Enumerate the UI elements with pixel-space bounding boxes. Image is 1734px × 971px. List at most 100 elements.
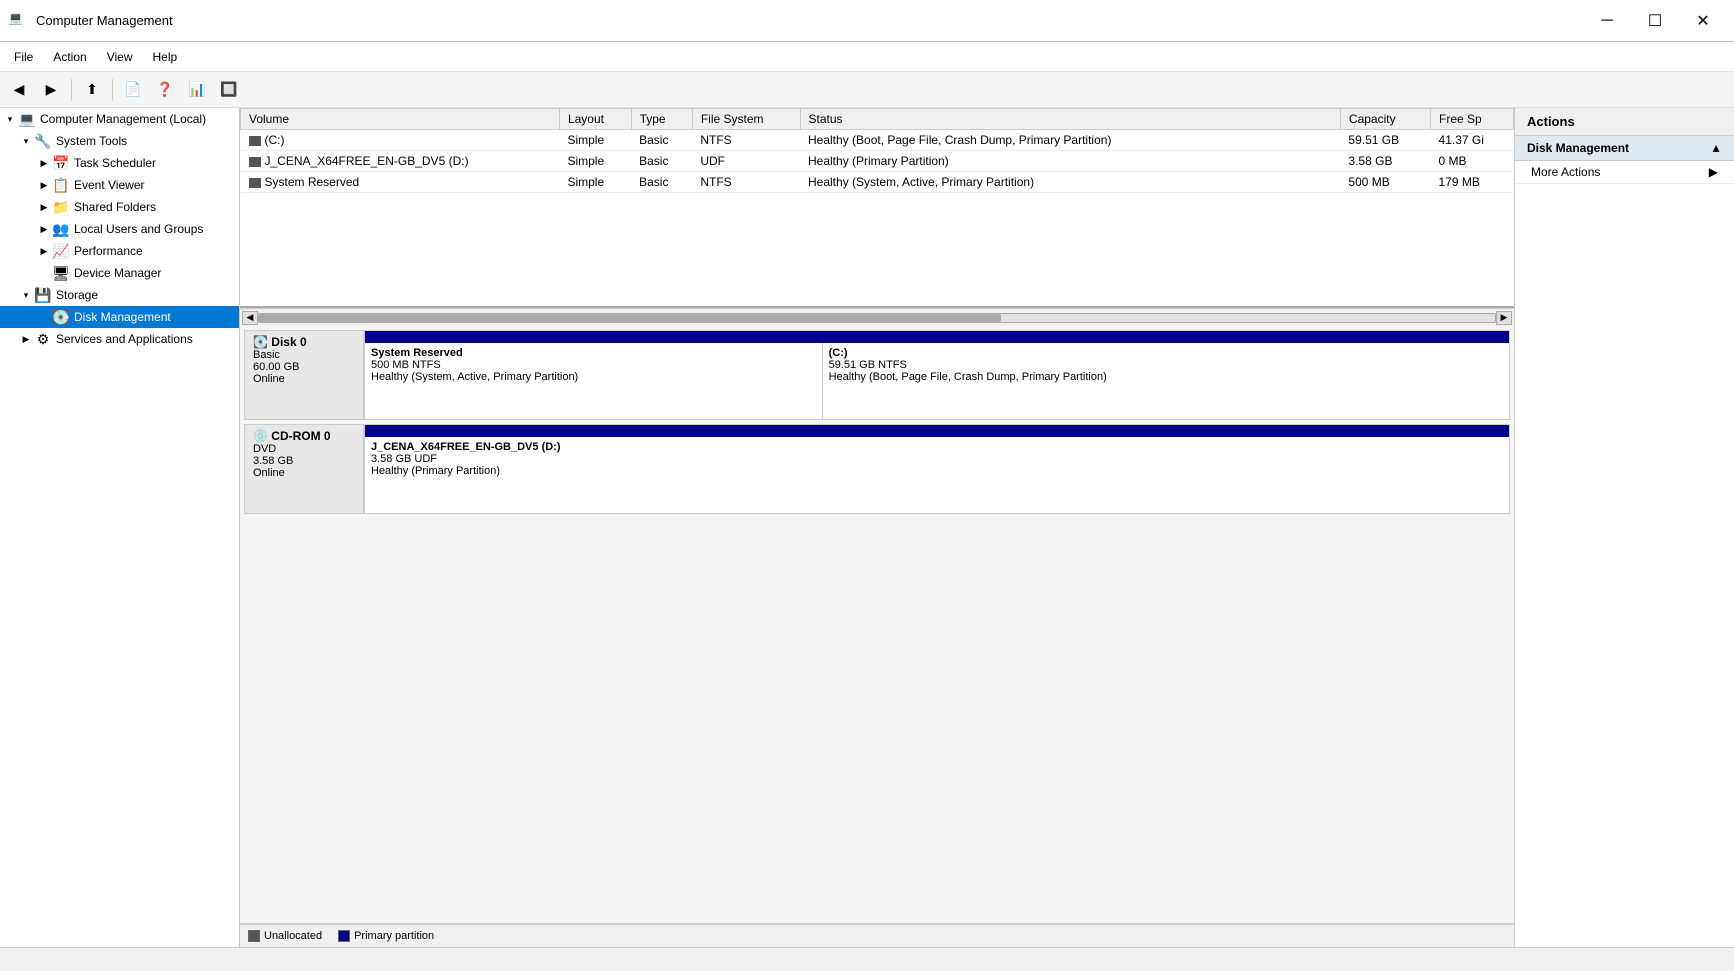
menu-action[interactable]: Action — [43, 46, 96, 68]
actions-section-collapse-icon[interactable]: ▲ — [1710, 141, 1722, 155]
restore-button[interactable]: ☐ — [1632, 5, 1678, 37]
local-users-label: Local Users and Groups — [74, 222, 203, 236]
hscroll-left-btn[interactable]: ◀ — [242, 311, 258, 325]
sidebar-item-shared-folders[interactable]: ▶ 📁 Shared Folders — [0, 196, 239, 218]
actions-item-more-actions[interactable]: More Actions ▶ — [1515, 161, 1734, 184]
content-area: Volume Layout Type File System Status Ca… — [240, 108, 1514, 947]
table-row[interactable]: System Reserved Simple Basic NTFS Health… — [241, 172, 1514, 193]
volume-table-area: Volume Layout Type File System Status Ca… — [240, 108, 1514, 308]
partition-detail1: 59.51 GB NTFS — [829, 359, 1503, 371]
table-row[interactable]: J_CENA_X64FREE_EN-GB_DV5 (D:) Simple Bas… — [241, 151, 1514, 172]
sidebar-item-disk-management[interactable]: ▶ 💽 Disk Management — [0, 306, 239, 328]
storage-icon: 💾 — [34, 286, 52, 304]
col-layout: Layout — [559, 109, 631, 130]
partition-detail2: Healthy (System, Active, Primary Partiti… — [371, 371, 816, 383]
col-status: Status — [800, 109, 1340, 130]
window-title: Computer Management — [36, 13, 1584, 28]
partition-block[interactable]: (C:) 59.51 GB NTFS Healthy (Boot, Page F… — [823, 343, 1509, 419]
legend-primary: Primary partition — [338, 930, 434, 942]
volume-table: Volume Layout Type File System Status Ca… — [240, 108, 1514, 193]
menu-help[interactable]: Help — [143, 46, 188, 68]
disk-status-label: Online — [253, 467, 355, 479]
export-button[interactable]: 📊 — [182, 76, 212, 104]
back-button[interactable]: ◀ — [4, 76, 34, 104]
show-hide-button[interactable]: 📄 — [118, 76, 148, 104]
event-viewer-label: Event Viewer — [74, 178, 144, 192]
window-controls: ─ ☐ ✕ — [1584, 5, 1726, 37]
actions-section-disk-management: Disk Management ▲ — [1515, 136, 1734, 161]
root-expand-icon[interactable]: ▾ — [2, 111, 18, 127]
disk-mgmt-label: Disk Management — [74, 310, 171, 324]
cell-freespace: 41.37 Gi — [1431, 130, 1514, 151]
cell-layout: Simple — [559, 151, 631, 172]
cell-volume: J_CENA_X64FREE_EN-GB_DV5 (D:) — [241, 151, 560, 172]
computer-icon: 💻 — [18, 110, 36, 128]
cell-status: Healthy (Boot, Page File, Crash Dump, Pr… — [800, 130, 1340, 151]
sidebar-item-performance[interactable]: ▶ 📈 Performance — [0, 240, 239, 262]
task-scheduler-icon: 📅 — [52, 154, 70, 172]
partition-detail1: 500 MB NTFS — [371, 359, 816, 371]
forward-button[interactable]: ▶ — [36, 76, 66, 104]
partition-detail1: 3.58 GB UDF — [371, 453, 1274, 465]
status-bar — [0, 947, 1734, 971]
cell-type: Basic — [631, 130, 692, 151]
col-capacity: Capacity — [1340, 109, 1430, 130]
hscroll-track[interactable] — [258, 313, 1496, 323]
device-manager-label: Device Manager — [74, 266, 161, 280]
performance-expand-icon[interactable]: ▶ — [36, 243, 52, 259]
sidebar-root[interactable]: ▾ 💻 Computer Management (Local) — [0, 108, 239, 130]
cell-filesystem: NTFS — [692, 130, 800, 151]
shared-folders-expand-icon[interactable]: ▶ — [36, 199, 52, 215]
partition-detail2: Healthy (Boot, Page File, Crash Dump, Pr… — [829, 371, 1503, 383]
more-actions-arrow-icon: ▶ — [1709, 165, 1718, 179]
toolbar-separator-2 — [112, 79, 113, 101]
event-viewer-expand-icon[interactable]: ▶ — [36, 177, 52, 193]
disk-type-label: DVD — [253, 443, 355, 455]
task-scheduler-label: Task Scheduler — [74, 156, 156, 170]
task-scheduler-expand-icon[interactable]: ▶ — [36, 155, 52, 171]
partition-block[interactable]: J_CENA_X64FREE_EN-GB_DV5 (D:) 3.58 GB UD… — [365, 437, 1280, 513]
disk-mgmt-icon: 💽 — [52, 308, 70, 326]
hscroll-right-btn[interactable]: ▶ — [1496, 311, 1512, 325]
cell-status: Healthy (System, Active, Primary Partiti… — [800, 172, 1340, 193]
sidebar-item-services-apps[interactable]: ▶ ⚙ Services and Applications — [0, 328, 239, 350]
disk-name-label: 💽 Disk 0 — [253, 335, 355, 349]
system-tools-expand-icon[interactable]: ▾ — [18, 133, 34, 149]
hscroll-thumb[interactable] — [259, 314, 1001, 322]
services-apps-expand-icon[interactable]: ▶ — [18, 331, 34, 347]
storage-expand-icon[interactable]: ▾ — [18, 287, 34, 303]
col-filesystem: File System — [692, 109, 800, 130]
local-users-expand-icon[interactable]: ▶ — [36, 221, 52, 237]
cell-filesystem: UDF — [692, 151, 800, 172]
disk-type-label: Basic — [253, 349, 355, 361]
toolbar-separator-1 — [71, 79, 72, 101]
app-icon: 💻 — [8, 11, 28, 31]
menu-view[interactable]: View — [97, 46, 143, 68]
services-apps-icon: ⚙ — [34, 330, 52, 348]
help-button[interactable]: ❓ — [150, 76, 180, 104]
actions-panel: Actions Disk Management ▲ More Actions ▶ — [1514, 108, 1734, 947]
legend-unallocated-label: Unallocated — [264, 930, 322, 942]
disk-partitions: J_CENA_X64FREE_EN-GB_DV5 (D:) 3.58 GB UD… — [364, 424, 1510, 514]
menu-bar: File Action View Help — [0, 42, 1734, 72]
cell-volume: (C:) — [241, 130, 560, 151]
sidebar-item-system-tools[interactable]: ▾ 🔧 System Tools — [0, 130, 239, 152]
sidebar-item-local-users[interactable]: ▶ 👥 Local Users and Groups — [0, 218, 239, 240]
minimize-button[interactable]: ─ — [1584, 5, 1630, 37]
sidebar-item-storage[interactable]: ▾ 💾 Storage — [0, 284, 239, 306]
local-users-icon: 👥 — [52, 220, 70, 238]
sidebar: ▾ 💻 Computer Management (Local) ▾ 🔧 Syst… — [0, 108, 240, 947]
sidebar-item-task-scheduler[interactable]: ▶ 📅 Task Scheduler — [0, 152, 239, 174]
close-button[interactable]: ✕ — [1680, 5, 1726, 37]
menu-file[interactable]: File — [4, 46, 43, 68]
up-button[interactable]: ⬆ — [77, 76, 107, 104]
table-row[interactable]: (C:) Simple Basic NTFS Healthy (Boot, Pa… — [241, 130, 1514, 151]
partition-block[interactable]: System Reserved 500 MB NTFS Healthy (Sys… — [365, 343, 823, 419]
cell-layout: Simple — [559, 172, 631, 193]
col-freespace: Free Sp — [1431, 109, 1514, 130]
sidebar-item-event-viewer[interactable]: ▶ 📋 Event Viewer — [0, 174, 239, 196]
sidebar-item-device-manager[interactable]: ▶ 🖥 Device Manager — [0, 262, 239, 284]
disk-size-label: 60.00 GB — [253, 361, 355, 373]
legend-area: Unallocated Primary partition — [240, 923, 1514, 947]
properties-button[interactable]: 🔲 — [214, 76, 244, 104]
